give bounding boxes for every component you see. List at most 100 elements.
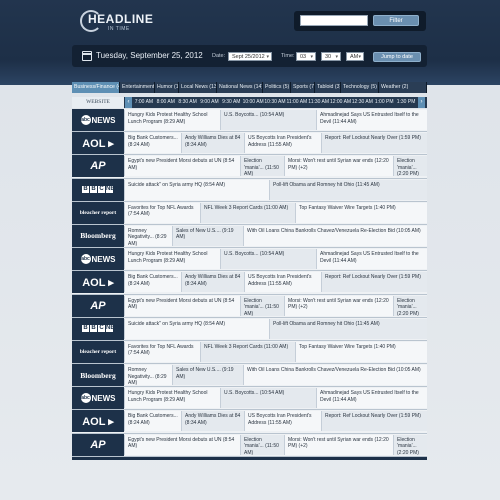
headline-event[interactable]: Hungry Kids Protest Healthy School Lunch…	[124, 388, 220, 409]
tab-5[interactable]: Politics (5)	[263, 82, 291, 93]
headline-event[interactable]: Election 'mania'... (11:50 AM)	[240, 156, 284, 177]
headline-event[interactable]: Suicide attack" on Syria army HQ (8:54 A…	[124, 318, 269, 339]
headline-event[interactable]: Morsi: Won't rest until Syrian war ends …	[284, 156, 393, 177]
source-logo-aol[interactable]: AOL ▸	[72, 271, 124, 294]
headline-event[interactable]: U.S. Boycotts... (10:54 AM)	[220, 388, 316, 409]
headline-event[interactable]: Ahmadinejad Says US Entrusted Itself to …	[316, 249, 427, 270]
headline-event[interactable]: Hungry Kids Protest Healthy School Lunch…	[124, 110, 220, 130]
tab-9[interactable]: Weather (2)	[379, 82, 427, 93]
headline-event[interactable]: Report: Ref Lockout Nearly Over (1:59 PM…	[321, 411, 427, 432]
headline-event[interactable]: Favorites for Top NFL Awards (7:54 AM)	[124, 202, 200, 223]
headline-event[interactable]: Poll-lift Obama and Romney hit Ohio (11:…	[269, 318, 427, 339]
headline-event[interactable]: Election 'mania'... (2:20 PM) (+1)	[393, 434, 427, 455]
headline-event[interactable]: Egypt's new President Morsi debuts at UN…	[124, 295, 240, 316]
ampm-select[interactable]: AM	[346, 52, 364, 61]
headline-event[interactable]: US Boycotts Iran President's Address (11…	[244, 272, 321, 293]
source-logo-bb[interactable]: Bloomberg	[72, 364, 124, 387]
headline-event[interactable]: Egypt's new President Morsi debuts at UN…	[124, 434, 240, 455]
headline-event[interactable]: Big Bank Customers... (8:24 AM)	[124, 272, 181, 293]
headline-event[interactable]: With Oil Loans China Bankrolls Chavez/Ve…	[243, 225, 427, 246]
table-row: AP Egypt's new President Morsi debuts at …	[72, 294, 427, 318]
headline-event[interactable]: Morsi: Won't rest until Syrian war ends …	[284, 295, 393, 316]
tab-8[interactable]: Technology (5)	[341, 82, 379, 93]
source-logo-aol[interactable]: AOL ▸	[72, 132, 124, 155]
headline-event[interactable]: Andy Williams Dies at 84 (8:34 AM)	[181, 411, 244, 432]
table-row: AOL ▸ Big Bank Customers... (8:24 AM) Andy…	[72, 271, 427, 295]
tab-0[interactable]: Business/Finance (4)	[72, 82, 120, 93]
headline-event[interactable]: Poll-lift Obama and Romney hit Ohio (11:…	[269, 179, 427, 200]
table-row: AOL ▸ Big Bank Customers... (8:24 AM) Andy…	[72, 410, 427, 434]
abc-logo-icon: abc	[80, 393, 91, 404]
source-logo-br[interactable]: bleacher report	[72, 201, 124, 224]
headline-event[interactable]: Big Bank Customers... (8:24 AM)	[124, 411, 181, 432]
timeline-next-button[interactable]: ›	[418, 97, 425, 108]
timeline-time: 10:00 AM	[242, 99, 264, 105]
tab-4[interactable]: National News (14)	[217, 82, 263, 93]
source-logo-text: AOL ▸	[82, 276, 114, 289]
headline-event[interactable]: Election 'mania'... (11:50 AM)	[240, 434, 284, 455]
headline-event[interactable]: Favorites for Top NFL Awards (7:54 AM)	[124, 341, 200, 362]
headline-event[interactable]: Andy Williams Dies at 84 (8:34 AM)	[181, 272, 244, 293]
headline-event[interactable]: Egypt's new President Morsi debuts at UN…	[124, 156, 240, 177]
category-tabs: Business/Finance (4)Entertainment (2)Hum…	[72, 82, 427, 93]
headline-event[interactable]: US Boycotts Iran President's Address (11…	[244, 133, 321, 154]
timeline-prev-button[interactable]: ‹	[125, 97, 132, 108]
source-logo-br[interactable]: bleacher report	[72, 340, 124, 363]
headline-event[interactable]: Sales of New U.S.... (9:19 AM)	[172, 225, 243, 246]
source-logo-bbc[interactable]: B B C NEWS	[72, 317, 124, 340]
table-row: abc NEWS Hungry Kids Protest Healthy Schoo…	[72, 109, 427, 133]
filter-button[interactable]: Filter	[373, 15, 419, 26]
table-row: Bloomberg Romney Negativity... (8:29 AM) S…	[72, 224, 427, 249]
source-logo-text: bleacher report	[79, 209, 117, 216]
source-logo-ap[interactable]: AP	[72, 155, 124, 178]
source-logo-ap[interactable]: AP	[72, 433, 124, 456]
timeline-time: 12:00 AM	[329, 99, 352, 105]
headline-event[interactable]: Romney Negativity... (8:29 AM)	[124, 225, 172, 246]
date-select[interactable]: Sept 25/2012	[228, 52, 272, 61]
tab-2[interactable]: Humor (1)	[155, 82, 179, 93]
timeline-time: 1:30 PM	[396, 99, 416, 105]
headline-event[interactable]: Ahmadinejad Says US Entrusted Itself to …	[316, 388, 427, 409]
jump-to-date-button[interactable]: Jump to date	[373, 52, 421, 62]
headline-event[interactable]: Report: Ref Lockout Nearly Over (1:59 PM…	[321, 272, 427, 293]
minute-select[interactable]: 30	[321, 52, 341, 61]
headline-event[interactable]: U.S. Boycotts... (10:54 AM)	[220, 110, 316, 130]
headline-event[interactable]: Hungry Kids Protest Healthy School Lunch…	[124, 249, 220, 270]
headline-event[interactable]: Election 'mania'... (11:50 AM)	[240, 295, 284, 316]
filter-input[interactable]	[300, 15, 368, 26]
headline-event[interactable]: US Boycotts Iran President's Address (11…	[244, 411, 321, 432]
tab-6[interactable]: Sports (7)	[291, 82, 315, 93]
headline-event[interactable]: Morsi: Won't rest until Syrian war ends …	[284, 434, 393, 455]
headline-event[interactable]: Election 'mania'... (2:20 PM) (+1)	[393, 295, 427, 316]
table-row: B B C NEWS Suicide attack" on Syria army HQ …	[72, 317, 427, 341]
source-logo-aol[interactable]: AOL ▸	[72, 410, 124, 433]
tab-3[interactable]: Local News (13)	[179, 82, 217, 93]
tab-7[interactable]: Tabloid (3)	[315, 82, 341, 93]
headline-event[interactable]: Report: Ref Lockout Nearly Over (1:59 PM…	[321, 133, 427, 154]
source-logo-abc[interactable]: abc NEWS	[72, 109, 124, 131]
headline-event[interactable]: With Oil Loans China Bankrolls Chavez/Ve…	[243, 365, 427, 386]
headline-event[interactable]: NFL Week 3 Report Cards (11:00 AM)	[200, 341, 295, 362]
headline-event[interactable]: Election 'mania'... (2:20 PM) (+1)	[393, 156, 427, 177]
hour-select[interactable]: 03	[296, 52, 316, 61]
site-logo[interactable]: HEADLINE IN TIME	[80, 10, 153, 34]
headline-event[interactable]: Top Fantasy Waiver Wire Targets (1:40 PM…	[295, 202, 427, 223]
headline-event[interactable]: U.S. Boycotts... (10:54 AM)	[220, 249, 316, 270]
headline-event[interactable]: Suicide attack" on Syria army HQ (8:54 A…	[124, 179, 269, 200]
source-logo-bbc[interactable]: B B C NEWS	[72, 178, 124, 201]
date-label: Date:	[212, 53, 226, 59]
headline-event[interactable]: Sales of New U.S.... (9:19 AM)	[172, 365, 243, 386]
timeline-time: 10:30 AM	[264, 99, 286, 105]
source-logo-ap[interactable]: AP	[72, 294, 124, 317]
headline-event[interactable]: Top Fantasy Waiver Wire Targets (1:40 PM…	[295, 341, 427, 362]
source-logo-abc[interactable]: abc NEWS	[72, 387, 124, 410]
headline-event[interactable]: Andy Williams Dies at 84 (8:34 AM)	[181, 133, 244, 154]
source-logo-text: NEWS	[106, 186, 124, 194]
source-logo-bb[interactable]: Bloomberg	[72, 224, 124, 247]
headline-event[interactable]: Ahmadinejad Says US Entrusted Itself to …	[316, 110, 427, 130]
headline-event[interactable]: NFL Week 3 Report Cards (11:00 AM)	[200, 202, 295, 223]
headline-event[interactable]: Big Bank Customers... (8:24 AM)	[124, 133, 181, 154]
source-logo-abc[interactable]: abc NEWS	[72, 248, 124, 271]
headline-event[interactable]: Romney Negativity... (8:29 AM)	[124, 365, 172, 386]
tab-1[interactable]: Entertainment (2)	[120, 82, 155, 93]
